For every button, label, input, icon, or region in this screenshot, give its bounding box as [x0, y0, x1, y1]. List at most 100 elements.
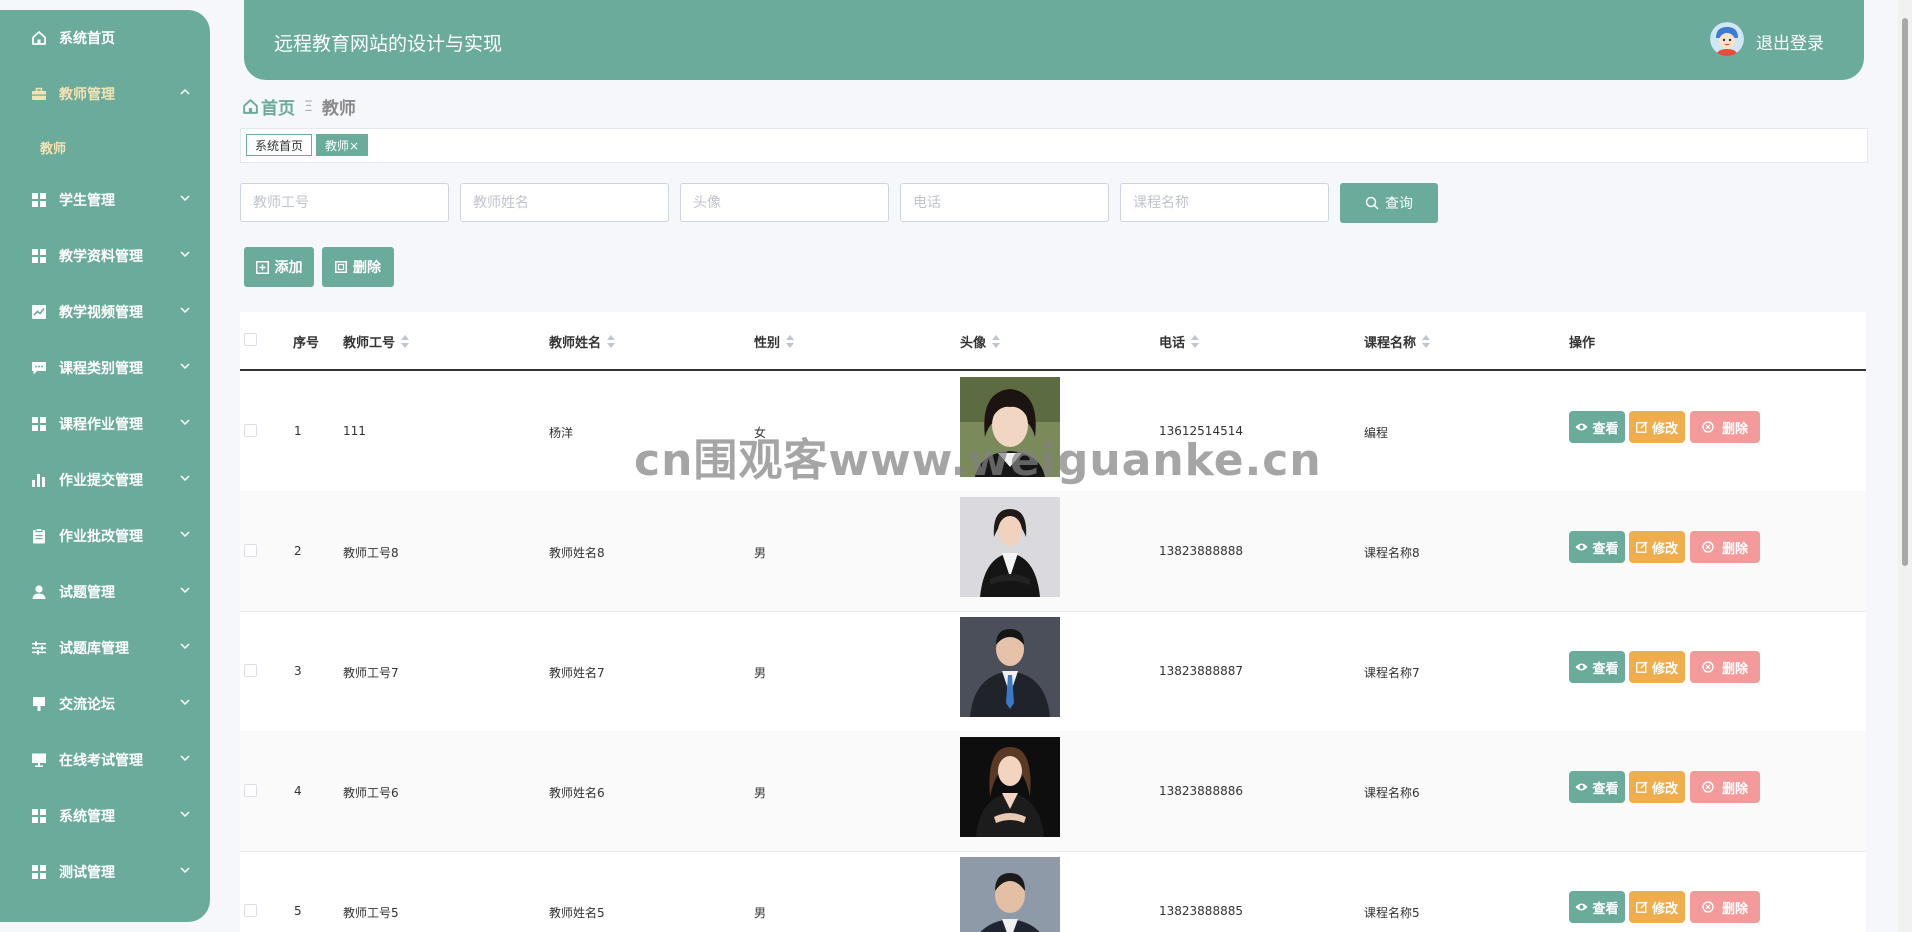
column-course[interactable]: 课程名称 — [1364, 332, 1431, 351]
sidebar-item-homework-grading[interactable]: 作业批改管理 — [0, 516, 210, 556]
cell-course: 编程 — [1364, 426, 1389, 440]
view-button[interactable]: 查看 — [1569, 651, 1625, 683]
page-scrollbar-thumb[interactable] — [1902, 18, 1908, 566]
batch-delete-button[interactable]: 删除 — [322, 247, 394, 287]
breadcrumb-current: 教师 — [321, 99, 356, 119]
row-checkbox[interactable] — [244, 904, 257, 917]
table-row: 5 教师工号5 教师姓名5 男 13823888885 课程名称5 查看 修改 … — [240, 851, 1866, 932]
delete-button[interactable]: 删除 — [1690, 771, 1760, 803]
sidebar-subitem-teacher[interactable]: 教师 — [40, 138, 66, 157]
delete-button[interactable]: 删除 — [1690, 411, 1760, 443]
delete-button[interactable]: 删除 — [1690, 531, 1760, 563]
column-phone[interactable]: 电话 — [1159, 332, 1200, 351]
tag-teacher-label: 教师 — [325, 139, 350, 153]
grid-icon — [31, 808, 47, 824]
sidebar-item-forum[interactable]: 交流论坛 — [0, 684, 210, 724]
breadcrumb: 首页 Ξ 教师 — [242, 94, 356, 119]
add-button[interactable]: 添加 — [244, 247, 314, 287]
sort-icon[interactable] — [1422, 334, 1431, 349]
cell-phone: 13823888886 — [1159, 784, 1243, 798]
column-gender[interactable]: 性别 — [754, 332, 795, 351]
table-row: 2 教师工号8 教师姓名8 男 13823888888 课程名称8 查看 修改 … — [240, 491, 1866, 612]
edit-icon — [1636, 781, 1648, 793]
phone-input[interactable] — [900, 183, 1109, 222]
delete-button[interactable]: 删除 — [1690, 891, 1760, 923]
edit-button-label: 修改 — [1651, 901, 1678, 917]
breadcrumb-home[interactable]: 首页 — [242, 94, 295, 119]
column-label: 课程名称 — [1364, 336, 1417, 351]
tag-close-icon[interactable]: × — [349, 139, 359, 153]
cell-phone: 13823888888 — [1159, 544, 1243, 558]
sort-icon[interactable] — [401, 334, 410, 349]
sort-icon[interactable] — [1191, 334, 1200, 349]
sidebar-item-test-management[interactable]: 测试管理 — [0, 852, 210, 892]
column-avatar[interactable]: 头像 — [960, 332, 1001, 351]
sort-icon[interactable] — [992, 334, 1001, 349]
column-label: 头像 — [960, 336, 987, 351]
cell-course: 课程名称6 — [1364, 786, 1420, 800]
delete-button-label: 删除 — [1721, 541, 1748, 557]
batch-delete-button-label: 删除 — [353, 260, 381, 276]
sidebar-item-homework-submit[interactable]: 作业提交管理 — [0, 460, 210, 500]
tag-system-home[interactable]: 系统首页 — [246, 134, 313, 156]
tag-teacher[interactable]: 教师× — [316, 134, 369, 156]
view-button[interactable]: 查看 — [1569, 531, 1625, 563]
sidebar-item-system-management[interactable]: 系统管理 — [0, 796, 210, 836]
cell-index: 2 — [294, 544, 302, 558]
view-button[interactable]: 查看 — [1569, 771, 1625, 803]
sidebar-item-question-management[interactable]: 试题管理 — [0, 572, 210, 612]
logout-link[interactable]: 退出登录 — [1756, 29, 1824, 54]
teacher-no-input[interactable] — [240, 183, 449, 222]
sidebar-item-question-bank[interactable]: 试题库管理 — [0, 628, 210, 668]
sort-icon[interactable] — [607, 334, 616, 349]
course-name-input[interactable] — [1120, 183, 1329, 222]
add-button-label: 添加 — [274, 260, 303, 276]
column-teacher-no[interactable]: 教师工号 — [343, 332, 410, 351]
edit-button[interactable]: 修改 — [1629, 891, 1685, 923]
delete-button-label: 删除 — [1721, 901, 1748, 917]
edit-button-label: 修改 — [1651, 541, 1678, 557]
row-checkbox[interactable] — [244, 544, 257, 557]
row-checkbox[interactable] — [244, 664, 257, 677]
chevron-down-icon — [180, 867, 190, 874]
eye-icon — [1575, 903, 1588, 911]
view-button[interactable]: 查看 — [1569, 891, 1625, 923]
query-button[interactable]: 查询 — [1340, 183, 1438, 223]
delete-button[interactable]: 删除 — [1690, 651, 1760, 683]
view-button[interactable]: 查看 — [1569, 411, 1625, 443]
edit-button[interactable]: 修改 — [1629, 771, 1685, 803]
sidebar-item-teaching-video[interactable]: 教学视频管理 — [0, 292, 210, 332]
home-icon — [31, 30, 47, 46]
edit-button[interactable]: 修改 — [1629, 531, 1685, 563]
sidebar-item-student-management[interactable]: 学生管理 — [0, 180, 210, 220]
close-circle-icon — [1702, 901, 1714, 913]
sidebar-item-teaching-material[interactable]: 教学资料管理 — [0, 236, 210, 276]
sidebar-item-course-category[interactable]: 课程类别管理 — [0, 348, 210, 388]
sidebar: 系统首页 教师管理 教师 学生管理 教学资料管理 教学视频管理 课程类别管理 课… — [0, 10, 210, 922]
sidebar-item-system-home[interactable]: 系统首页 — [0, 18, 210, 58]
chevron-down-icon — [180, 643, 190, 650]
edit-icon — [1636, 901, 1648, 913]
cell-index: 5 — [294, 904, 302, 918]
sidebar-item-online-exam[interactable]: 在线考试管理 — [0, 740, 210, 780]
sidebar-item-teacher-management[interactable]: 教师管理 — [0, 74, 210, 114]
select-all-checkbox[interactable] — [244, 333, 257, 346]
edit-button[interactable]: 修改 — [1629, 411, 1685, 443]
user-avatar-icon[interactable] — [1710, 22, 1744, 56]
teacher-name-input[interactable] — [460, 183, 669, 222]
table-row: 4 教师工号6 教师姓名6 男 13823888886 课程名称6 查看 修改 … — [240, 731, 1866, 852]
sidebar-item-course-homework[interactable]: 课程作业管理 — [0, 404, 210, 444]
column-label: 教师姓名 — [549, 336, 602, 351]
row-checkbox[interactable] — [244, 424, 257, 437]
row-checkbox[interactable] — [244, 784, 257, 797]
cell-gender: 男 — [754, 666, 767, 680]
column-teacher-name[interactable]: 教师姓名 — [549, 332, 616, 351]
edit-icon — [1636, 661, 1648, 673]
teacher-photo — [960, 497, 1060, 597]
avatar-input[interactable] — [680, 183, 889, 222]
sort-icon[interactable] — [786, 334, 795, 349]
chat-icon — [31, 360, 47, 376]
chevron-down-icon — [180, 195, 190, 202]
sliders-icon — [31, 640, 47, 656]
edit-button[interactable]: 修改 — [1629, 651, 1685, 683]
